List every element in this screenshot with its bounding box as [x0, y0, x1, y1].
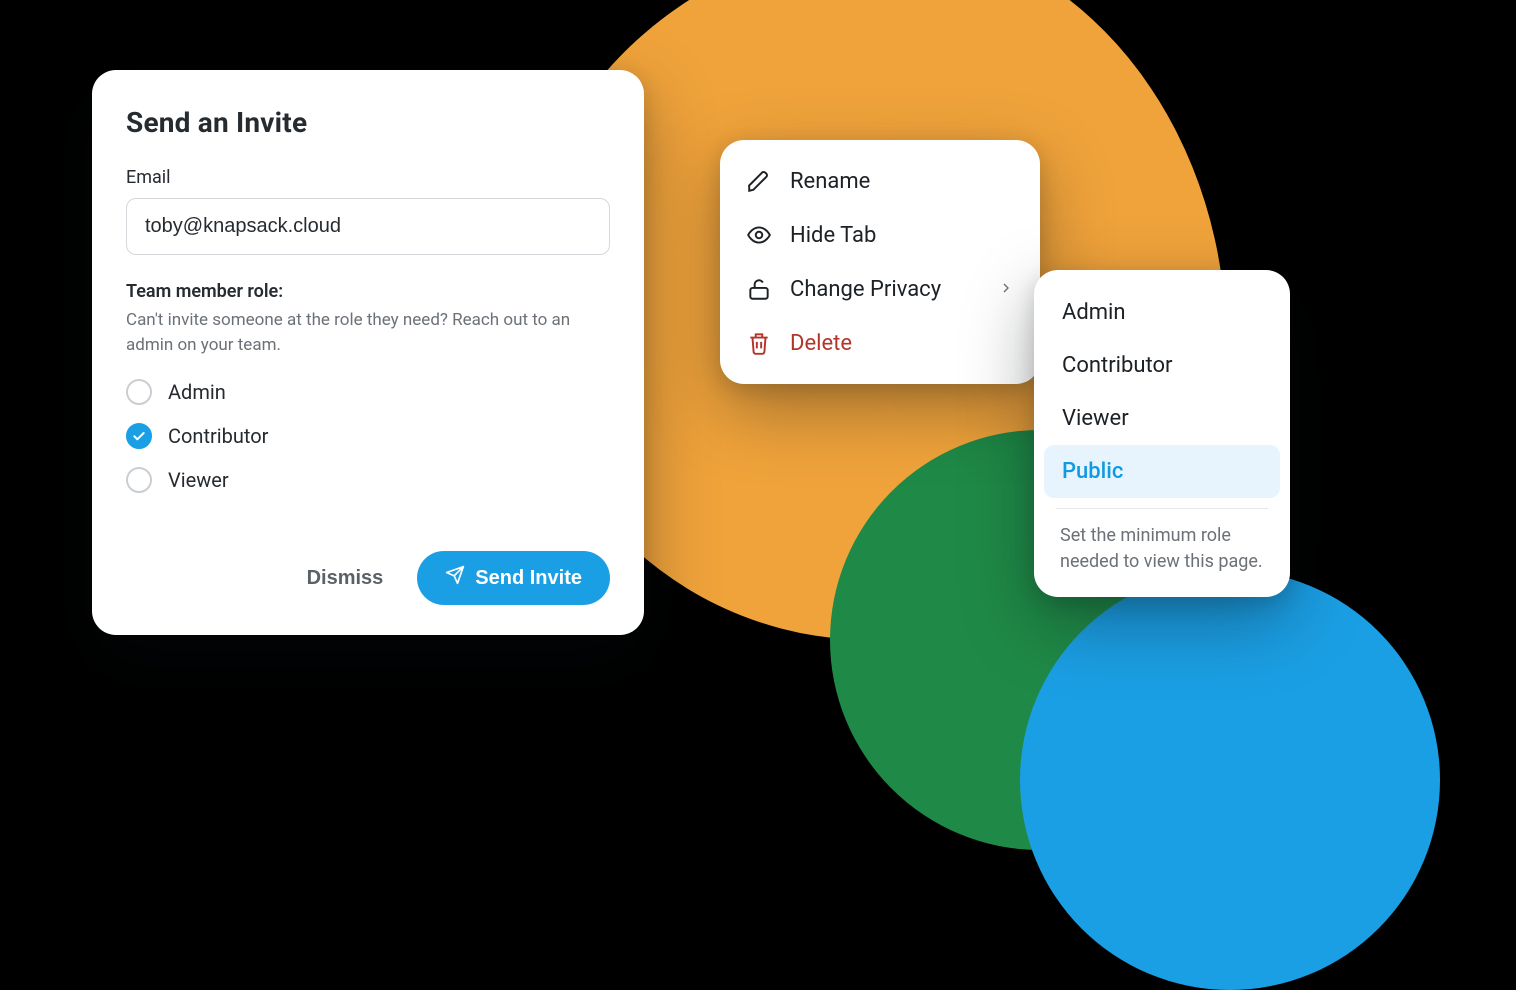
menu-item-label: Delete — [790, 331, 852, 356]
trash-icon — [746, 330, 772, 356]
menu-item-change-privacy[interactable]: Change Privacy — [726, 262, 1034, 316]
menu-item-hide-tab[interactable]: Hide Tab — [726, 208, 1034, 262]
role-radio-admin[interactable]: Admin — [126, 379, 610, 405]
menu-item-label: Hide Tab — [790, 223, 876, 248]
role-radio-label: Admin — [168, 380, 226, 404]
divider — [1056, 508, 1268, 509]
role-radio-contributor[interactable]: Contributor — [126, 423, 610, 449]
dialog-title: Send an Invite — [126, 106, 610, 139]
privacy-help-text: Set the minimum role needed to view this… — [1044, 523, 1280, 575]
send-invite-dialog: Send an Invite Email Team member role: C… — [92, 70, 644, 635]
send-invite-label: Send Invite — [475, 567, 582, 590]
email-field[interactable] — [126, 198, 610, 255]
menu-item-label: Change Privacy — [790, 277, 941, 302]
menu-item-rename[interactable]: Rename — [726, 154, 1034, 208]
privacy-option-admin[interactable]: Admin — [1044, 286, 1280, 339]
radio-bubble — [126, 379, 152, 405]
role-radio-label: Viewer — [168, 468, 229, 492]
role-radio-label: Contributor — [168, 424, 268, 448]
privacy-submenu: AdminContributorViewerPublic Set the mini… — [1034, 270, 1290, 597]
role-section-title: Team member role: — [126, 281, 610, 302]
lock-open-icon — [746, 276, 772, 302]
tab-context-menu: Rename Hide Tab Change Privacy Delete — [720, 140, 1040, 384]
privacy-option-public[interactable]: Public — [1044, 445, 1280, 498]
send-icon — [445, 565, 465, 591]
eye-icon — [746, 222, 772, 248]
radio-bubble — [126, 423, 152, 449]
pencil-icon — [746, 168, 772, 194]
privacy-option-viewer[interactable]: Viewer — [1044, 392, 1280, 445]
dismiss-button[interactable]: Dismiss — [293, 557, 398, 600]
role-radio-viewer[interactable]: Viewer — [126, 467, 610, 493]
radio-bubble — [126, 467, 152, 493]
menu-item-label: Rename — [790, 169, 870, 194]
send-invite-button[interactable]: Send Invite — [417, 551, 610, 605]
role-radio-group: Admin Contributor Viewer — [126, 379, 610, 493]
privacy-option-contributor[interactable]: Contributor — [1044, 339, 1280, 392]
email-label: Email — [126, 167, 610, 188]
chevron-right-icon — [998, 277, 1014, 302]
decorative-blob-blue — [1020, 570, 1440, 990]
menu-item-delete[interactable]: Delete — [726, 316, 1034, 370]
role-helper-text: Can't invite someone at the role they ne… — [126, 308, 606, 357]
